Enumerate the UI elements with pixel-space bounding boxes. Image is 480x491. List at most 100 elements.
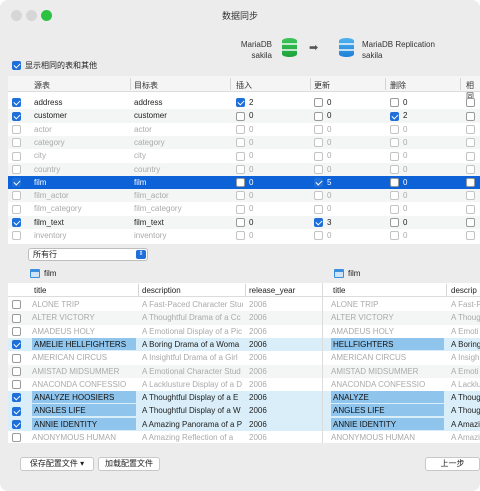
record-include-checkbox[interactable] xyxy=(12,300,21,310)
delete-checkbox[interactable] xyxy=(390,164,399,174)
record-row[interactable]: AMERICAN CIRCUS A Insightful Drama of a G… xyxy=(8,351,480,364)
table-comparison-row[interactable]: actor actor 0 0 0 xyxy=(8,123,480,136)
record-row[interactable]: ANGLES LIFE A Thoughtful Display of a W 20… xyxy=(8,404,480,418)
record-row[interactable]: AMADEUS HOLY A Emotional Display of a Pic… xyxy=(8,325,480,338)
table-comparison-row[interactable]: film_category film_category 0 0 0 xyxy=(8,202,480,215)
col-header-description[interactable]: description xyxy=(142,286,181,295)
delete-checkbox[interactable] xyxy=(390,178,399,188)
same-checkbox[interactable] xyxy=(466,218,475,228)
record-row[interactable]: ALONE TRIP A Fast-Paced Character Stud 200… xyxy=(8,298,480,311)
update-checkbox[interactable] xyxy=(314,191,323,201)
insert-checkbox[interactable] xyxy=(236,191,245,201)
col-header-insert[interactable]: 插入 xyxy=(236,80,252,91)
record-include-checkbox[interactable] xyxy=(12,313,21,323)
same-checkbox[interactable] xyxy=(466,111,475,121)
record-include-checkbox[interactable] xyxy=(12,433,21,443)
update-checkbox[interactable] xyxy=(314,231,323,241)
insert-checkbox[interactable] xyxy=(236,124,245,134)
update-checkbox[interactable] xyxy=(314,124,323,134)
table-comparison-row[interactable]: country country 0 0 0 xyxy=(8,162,480,176)
record-row[interactable]: ANACONDA CONFESSIO A Lacklusture Display … xyxy=(8,378,480,391)
same-checkbox[interactable] xyxy=(466,231,475,241)
table-comparison-row[interactable]: category category 0 0 0 xyxy=(8,135,480,150)
show-same-checkbox[interactable] xyxy=(12,61,21,70)
table-comparison-row[interactable]: customer customer 0 0 2 xyxy=(8,109,480,123)
record-include-checkbox[interactable] xyxy=(12,326,21,336)
update-checkbox[interactable] xyxy=(314,138,323,148)
update-checkbox[interactable] xyxy=(314,164,323,174)
save-profile-button[interactable]: 保存配置文件 ▾ xyxy=(20,457,94,471)
same-checkbox[interactable] xyxy=(466,138,475,148)
insert-checkbox[interactable] xyxy=(236,98,245,108)
record-row[interactable]: ANNIE IDENTITY A Amazing Panorama of a P 2… xyxy=(8,417,480,431)
row-include-checkbox[interactable] xyxy=(12,218,21,228)
row-include-checkbox[interactable] xyxy=(12,98,21,108)
row-include-checkbox[interactable] xyxy=(12,204,21,214)
update-checkbox[interactable] xyxy=(314,204,323,214)
table-comparison-row[interactable]: city city 0 0 0 xyxy=(8,149,480,162)
insert-checkbox[interactable] xyxy=(236,151,245,161)
insert-checkbox[interactable] xyxy=(236,204,245,214)
update-checkbox[interactable] xyxy=(314,98,323,108)
insert-checkbox[interactable] xyxy=(236,111,245,121)
same-checkbox[interactable] xyxy=(466,178,475,188)
delete-checkbox[interactable] xyxy=(390,231,399,241)
delete-checkbox[interactable] xyxy=(390,204,399,214)
row-include-checkbox[interactable] xyxy=(12,138,21,148)
delete-checkbox[interactable] xyxy=(390,124,399,134)
row-include-checkbox[interactable] xyxy=(12,191,21,201)
row-include-checkbox[interactable] xyxy=(12,111,21,121)
back-button[interactable]: 上一步 xyxy=(425,457,480,471)
record-include-checkbox[interactable] xyxy=(12,406,21,416)
record-include-checkbox[interactable] xyxy=(12,353,21,363)
record-row[interactable]: AMELIE HELLFIGHTERS A Boring Drama of a W… xyxy=(8,337,480,352)
same-checkbox[interactable] xyxy=(466,98,475,108)
update-checkbox[interactable] xyxy=(314,218,323,228)
table-comparison-row[interactable]: film_text film_text 0 3 0 xyxy=(8,215,480,229)
row-include-checkbox[interactable] xyxy=(12,124,21,134)
right-col-header-description[interactable]: descrip xyxy=(451,286,477,295)
table-comparison-row[interactable]: address address 2 0 0 xyxy=(8,96,480,109)
same-checkbox[interactable] xyxy=(466,164,475,174)
delete-checkbox[interactable] xyxy=(390,138,399,148)
insert-checkbox[interactable] xyxy=(236,138,245,148)
delete-checkbox[interactable] xyxy=(390,111,399,121)
delete-checkbox[interactable] xyxy=(390,191,399,201)
record-row[interactable]: AMISTAD MIDSUMMER A Emotional Character S… xyxy=(8,364,480,378)
col-header-delete[interactable]: 删除 xyxy=(390,80,406,91)
insert-checkbox[interactable] xyxy=(236,231,245,241)
row-include-checkbox[interactable] xyxy=(12,231,21,241)
record-row[interactable]: ANONYMOUS HUMAN A Amazing Reflection of a… xyxy=(8,431,480,443)
col-header-target[interactable]: 目标表 xyxy=(134,80,158,91)
table-comparison-row[interactable]: film film 0 5 0 xyxy=(8,175,480,190)
same-checkbox[interactable] xyxy=(466,191,475,201)
record-row[interactable]: ALTER VICTORY A Thoughtful Drama of a Cc 2… xyxy=(8,311,480,325)
row-include-checkbox[interactable] xyxy=(12,178,21,188)
row-filter-select[interactable]: 所有行 ⇕ xyxy=(28,248,148,261)
panel-divider[interactable] xyxy=(322,283,323,443)
table-comparison-row[interactable]: inventory inventory 0 0 0 xyxy=(8,229,480,242)
same-checkbox[interactable] xyxy=(466,204,475,214)
record-include-checkbox[interactable] xyxy=(12,393,21,403)
record-include-checkbox[interactable] xyxy=(12,420,21,430)
delete-checkbox[interactable] xyxy=(390,151,399,161)
same-checkbox[interactable] xyxy=(466,151,475,161)
delete-checkbox[interactable] xyxy=(390,218,399,228)
insert-checkbox[interactable] xyxy=(236,164,245,174)
record-include-checkbox[interactable] xyxy=(12,340,21,350)
col-header-source[interactable]: 源表 xyxy=(34,80,50,91)
row-include-checkbox[interactable] xyxy=(12,164,21,174)
row-include-checkbox[interactable] xyxy=(12,151,21,161)
col-header-update[interactable]: 更新 xyxy=(314,80,330,91)
insert-checkbox[interactable] xyxy=(236,218,245,228)
table-comparison-row[interactable]: film_actor film_actor 0 0 0 xyxy=(8,189,480,203)
show-same-checkbox-row[interactable]: 显示相同的表和其他 xyxy=(12,60,97,71)
insert-checkbox[interactable] xyxy=(236,178,245,188)
same-checkbox[interactable] xyxy=(466,124,475,134)
right-col-header-title[interactable]: title xyxy=(333,286,345,295)
col-header-title[interactable]: title xyxy=(34,286,46,295)
record-include-checkbox[interactable] xyxy=(12,380,21,390)
record-row[interactable]: ANALYZE HOOSIERS A Thoughtful Display of … xyxy=(8,391,480,405)
col-header-release-year[interactable]: release_year xyxy=(249,286,295,295)
update-checkbox[interactable] xyxy=(314,151,323,161)
